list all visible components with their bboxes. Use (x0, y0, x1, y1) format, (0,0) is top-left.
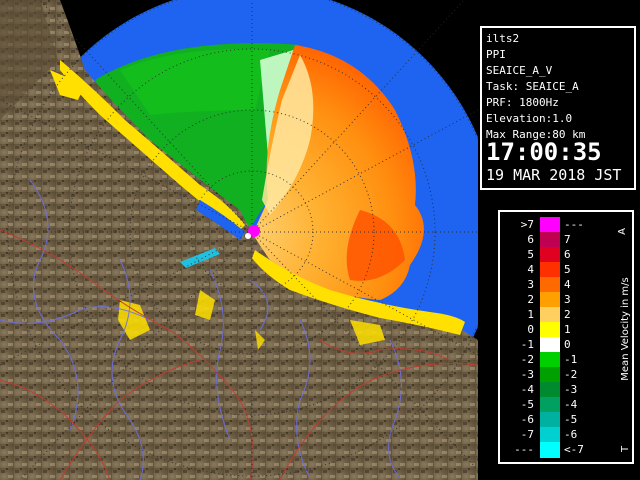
legend-title: Mean Velocity in m/s (620, 277, 631, 380)
legend-left-label: 5 (527, 248, 534, 261)
legend-right-label: 5 (564, 263, 571, 276)
legend-left-label: >7 (520, 218, 534, 231)
legend-right-label: 3 (564, 293, 571, 306)
side-panel: ilts2 PPI SEAICE_A_V Task: SEAICE_A PRF:… (478, 0, 640, 480)
legend-color-swatch (540, 292, 560, 308)
legend-right-label: 7 (564, 233, 571, 246)
legend-row: 34 (500, 277, 618, 293)
legend-row: -5 -4 (500, 397, 618, 413)
legend-row: -7 -6 (500, 427, 618, 443)
legend-right-label: -2 (564, 368, 578, 381)
legend-color-swatch (540, 412, 560, 428)
legend-row: -4 -3 (500, 382, 618, 398)
legend-right-label: -3 (564, 383, 578, 396)
legend-row: 12 (500, 307, 618, 323)
legend-right-label: 4 (564, 278, 571, 291)
legend-color-swatch (540, 322, 560, 338)
legend-left-label: 3 (527, 278, 534, 291)
legend-right-label: 2 (564, 308, 571, 321)
legend-row: -1 0 (500, 337, 618, 353)
legend-row: >7 --- (500, 217, 618, 233)
legend-left-label: --- (514, 443, 534, 456)
legend-left-label: 0 (527, 323, 534, 336)
legend-color-swatch (540, 247, 560, 263)
legend-color-swatch (540, 307, 560, 323)
scan-date: 19 MAR 2018 JST (486, 166, 622, 184)
elevation-value: Elevation:1.0 (486, 112, 573, 125)
legend-row: 67 (500, 232, 618, 248)
legend-right-label: -4 (564, 398, 578, 411)
legend-left-label: -1 (520, 338, 534, 351)
legend-right-label: 6 (564, 248, 571, 261)
legend-color-swatch (540, 442, 560, 458)
legend-color-swatch (540, 352, 560, 368)
info-box: ilts2 PPI SEAICE_A_V Task: SEAICE_A PRF:… (480, 26, 636, 190)
legend-color-swatch (540, 367, 560, 383)
legend-color-swatch (540, 262, 560, 278)
legend-right-label: -5 (564, 413, 578, 426)
legend-bottom-mark: T (620, 445, 631, 453)
legend-row: -2 -1 (500, 352, 618, 368)
legend-color-swatch (540, 397, 560, 413)
legend-row: --- <-7 (500, 442, 618, 458)
legend-right-label: 0 (564, 338, 571, 351)
legend-color-swatch (540, 232, 560, 248)
radar-ppi-display[interactable] (0, 0, 478, 480)
legend-row: 45 (500, 262, 618, 278)
legend-row: 01 (500, 322, 618, 338)
legend-color-swatch (540, 427, 560, 443)
legend-left-label: 4 (527, 263, 534, 276)
legend-top-mark: A (618, 228, 628, 235)
legend-color-swatch (540, 277, 560, 293)
legend-right-label: <-7 (564, 443, 584, 456)
legend-left-label: -3 (520, 368, 534, 381)
legend-color-swatch (540, 382, 560, 398)
legend-color-swatch (540, 217, 560, 233)
radar-ppi-image (0, 0, 478, 480)
legend-left-label: -5 (520, 398, 534, 411)
legend-left-label: -4 (520, 383, 534, 396)
legend-row: -6 -5 (500, 412, 618, 428)
legend-left-label: -7 (520, 428, 534, 441)
legend-left-label: -2 (520, 353, 534, 366)
product-type: PPI (486, 48, 506, 61)
legend-row: 56 (500, 247, 618, 263)
legend-title-vertical: A Mean Velocity in m/s T (618, 228, 631, 453)
legend-row: 23 (500, 292, 618, 308)
legend-right-label: -6 (564, 428, 578, 441)
legend-row: -3 -2 (500, 367, 618, 383)
legend-color-swatch (540, 337, 560, 353)
legend-left-label: -6 (520, 413, 534, 426)
legend-right-label: 1 (564, 323, 571, 336)
task-name: SEAICE_A_V (486, 64, 553, 77)
legend-right-label: --- (564, 218, 584, 231)
legend-right-label: -1 (564, 353, 578, 366)
legend-left-label: 1 (527, 308, 534, 321)
task-line: Task: SEAICE_A (486, 80, 579, 93)
station-name: ilts2 (486, 32, 520, 45)
scan-time: 17:00:35 (486, 138, 602, 166)
prf-value: PRF: 1800Hz (486, 96, 559, 109)
legend-left-label: 2 (527, 293, 534, 306)
legend-left-label: 6 (527, 233, 534, 246)
velocity-legend: >7 --- 6 7 5 6 4 5 3 4 2 3 1 2 0 1 -1 0 -2 -1 -3 -2 -4 -3 -5 -4 -6… (498, 210, 634, 464)
